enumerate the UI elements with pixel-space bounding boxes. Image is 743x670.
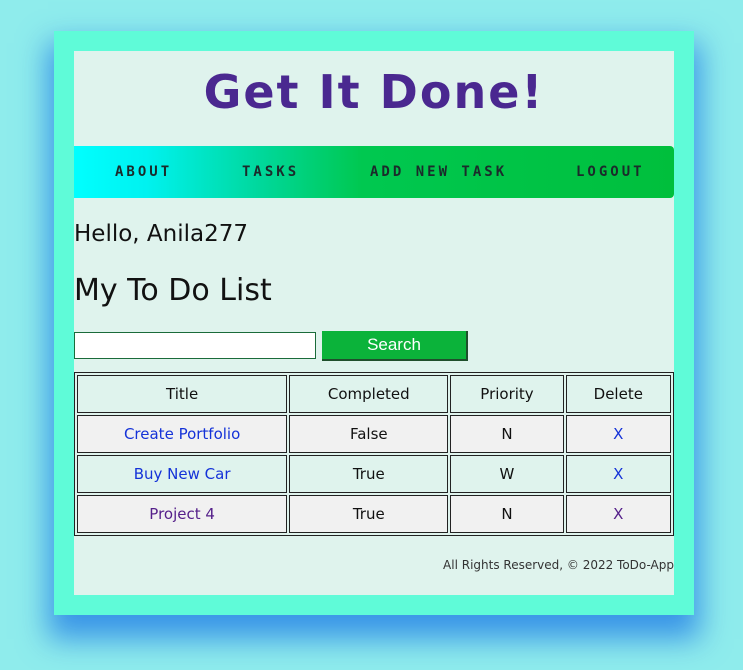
app-panel: Get It Done! ABOUT TASKS ADD NEW TASK LO… xyxy=(74,51,674,595)
nav-logout[interactable]: LOGOUT xyxy=(576,146,645,198)
delete-task-link[interactable]: X xyxy=(613,505,623,523)
task-priority-cell: N xyxy=(450,495,564,533)
table-row: Create Portfolio False N X xyxy=(77,415,671,453)
column-header-completed: Completed xyxy=(289,375,449,413)
task-title-cell: Project 4 xyxy=(77,495,288,533)
greeting-text: Hello, Anila277 xyxy=(74,221,249,247)
task-title-link[interactable]: Buy New Car xyxy=(134,465,231,483)
app-title: Get It Done! xyxy=(203,65,545,119)
table-row: Project 4 True N X xyxy=(77,495,671,533)
table-row: Buy New Car True W X xyxy=(77,455,671,493)
task-completed-cell: True xyxy=(289,495,449,533)
app-frame: Get It Done! ABOUT TASKS ADD NEW TASK LO… xyxy=(54,31,694,615)
task-priority-cell: W xyxy=(450,455,564,493)
column-header-title: Title xyxy=(77,375,288,413)
task-completed-cell: True xyxy=(289,455,449,493)
nav-tasks[interactable]: TASKS xyxy=(242,146,299,198)
task-completed-cell: False xyxy=(289,415,449,453)
column-header-priority: Priority xyxy=(450,375,564,413)
search-button[interactable]: Search xyxy=(322,331,468,361)
delete-task-link[interactable]: X xyxy=(613,465,623,483)
task-title-cell: Create Portfolio xyxy=(77,415,288,453)
task-delete-cell: X xyxy=(565,415,671,453)
task-title-cell: Buy New Car xyxy=(77,455,288,493)
page-title: My To Do List xyxy=(74,273,272,308)
nav-add-new-task[interactable]: ADD NEW TASK xyxy=(370,146,507,198)
column-header-delete: Delete xyxy=(565,375,671,413)
footer-copyright: All Rights Reserved, © 2022 ToDo-App xyxy=(443,558,674,572)
task-delete-cell: X xyxy=(565,495,671,533)
table-header-row: Title Completed Priority Delete xyxy=(77,375,671,413)
search-input[interactable] xyxy=(74,332,316,359)
task-priority-cell: N xyxy=(450,415,564,453)
task-title-link[interactable]: Project 4 xyxy=(149,505,215,523)
task-delete-cell: X xyxy=(565,455,671,493)
nav-about[interactable]: ABOUT xyxy=(115,146,172,198)
main-nav: ABOUT TASKS ADD NEW TASK LOGOUT xyxy=(74,146,674,198)
task-title-link[interactable]: Create Portfolio xyxy=(124,425,240,443)
todo-table: Title Completed Priority Delete Create P… xyxy=(74,372,674,536)
delete-task-link[interactable]: X xyxy=(613,425,623,443)
